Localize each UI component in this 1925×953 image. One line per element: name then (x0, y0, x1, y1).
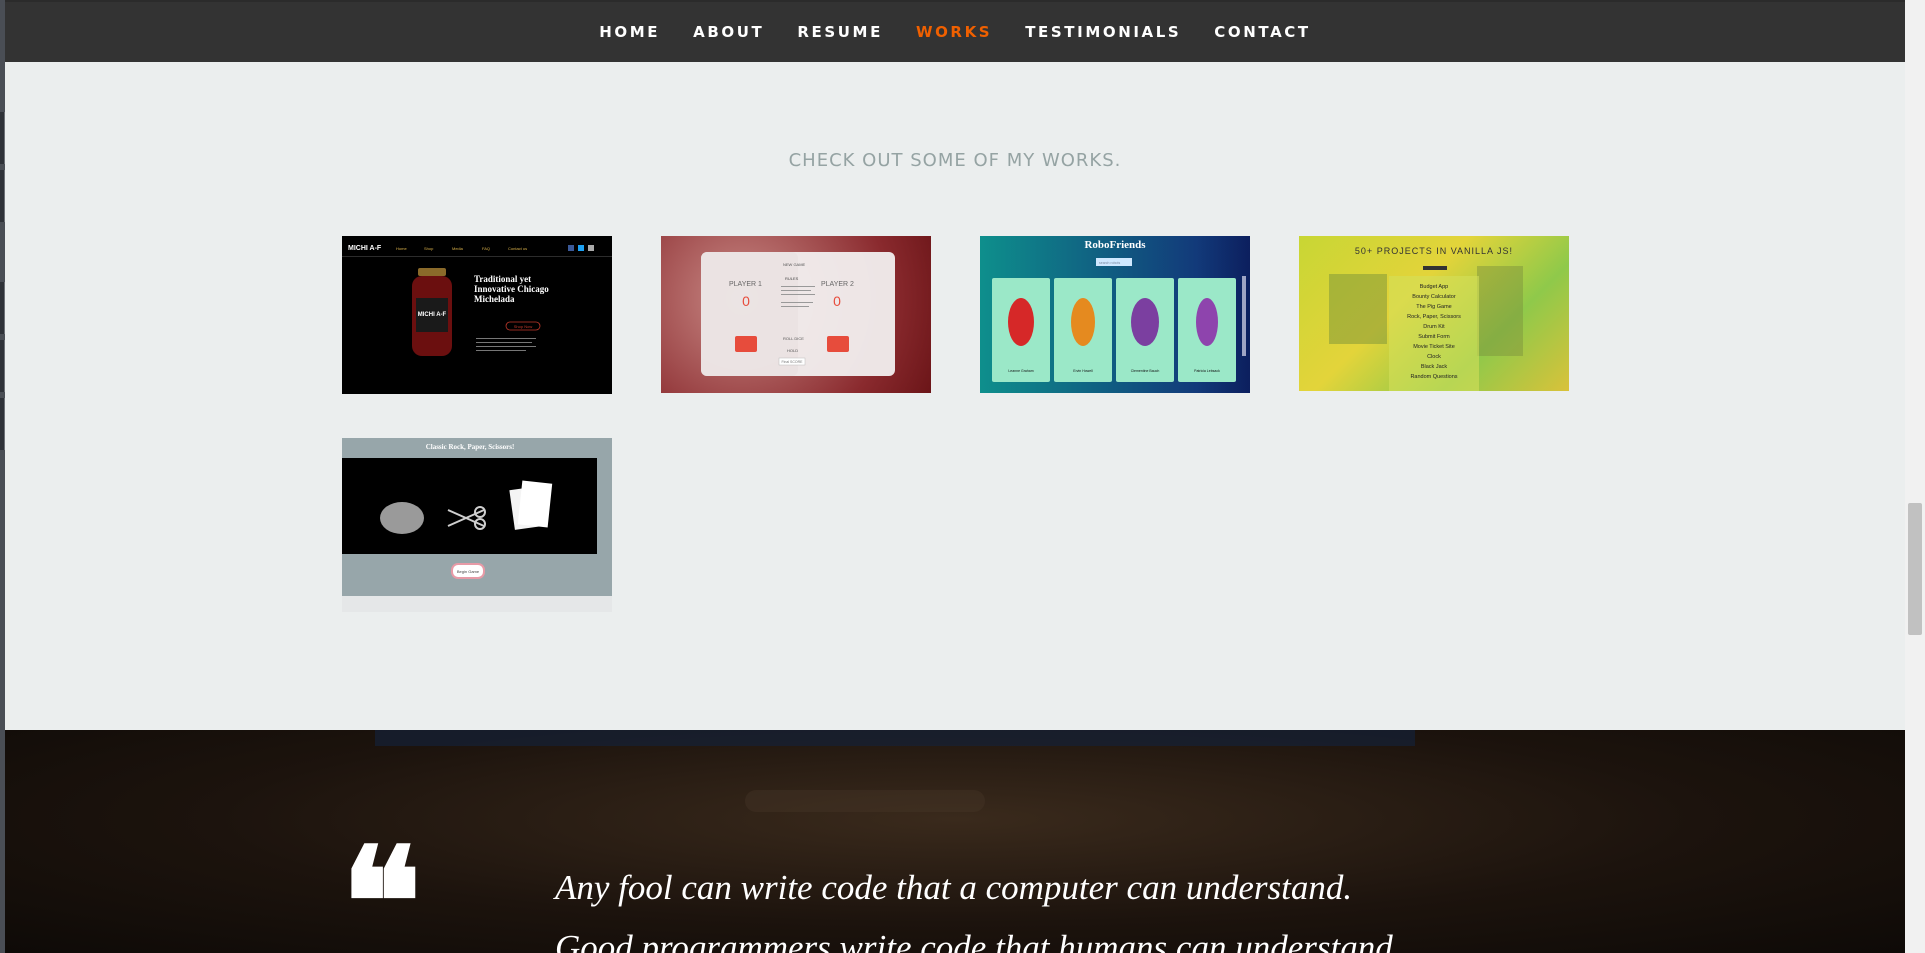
background-photo-detail (375, 730, 1415, 746)
svg-text:MICHI A-F: MICHI A-F (418, 312, 447, 318)
pig-game-screenshot: NEW GAME PLAYER 1 PLAYER 2 0 0 RULES ROL… (701, 252, 895, 376)
michi-headline: Traditional yet Innovative Chicago Miche… (474, 274, 549, 304)
vanilla-js-list-item: Random Questions (1410, 374, 1457, 380)
project-thumbnail-pig-game[interactable]: NEW GAME PLAYER 1 PLAYER 2 0 0 RULES ROL… (661, 236, 931, 393)
page-scrollbar[interactable] (1905, 0, 1925, 953)
vanilla-js-list-item: Budget App (1420, 284, 1448, 290)
robot-card: Ervin Howell (1054, 278, 1112, 382)
nav-home[interactable]: HOME (599, 23, 660, 41)
nav-contact[interactable]: CONTACT (1214, 23, 1310, 41)
michi-nav-link: Media (452, 246, 464, 251)
project-thumbnail-michi-af[interactable]: MICHI A-F Home Shop Media FAQ Contact us… (342, 236, 612, 394)
michi-shop-button-label: Shop Now (514, 324, 533, 329)
nav-works[interactable]: WORKS (916, 23, 992, 41)
pig-current-score-box-1 (735, 336, 757, 352)
rock-icon (380, 502, 424, 534)
pig-player2-score: 0 (833, 293, 841, 309)
vanilla-js-title: 50+ PROJECTS IN VANILLA JS! (1355, 246, 1513, 256)
rps-title: Classic Rock, Paper, Scissors! (426, 443, 515, 451)
vanilla-js-list-item: Black Jack (1421, 364, 1448, 370)
pig-rules-title: RULES (785, 276, 799, 281)
vanilla-js-list-item: Drum Kit (1423, 324, 1445, 330)
nav-resume[interactable]: RESUME (797, 23, 883, 41)
svg-text:Leanne Graham: Leanne Graham (1008, 369, 1033, 373)
pig-current-score-box-2 (827, 336, 849, 352)
michi-nav-link: Home (396, 246, 407, 251)
michi-nav-link: Contact us (508, 246, 527, 251)
twitter-icon (578, 245, 584, 251)
instagram-icon (588, 245, 594, 251)
project-thumbnail-robofriends[interactable]: RoboFriends search robots Leanne Graham … (980, 236, 1250, 393)
pig-player1-score: 0 (742, 293, 750, 309)
pig-final-score: Final SCORE (781, 360, 803, 364)
vanilla-js-list-item: Movie Ticket Site (1413, 344, 1455, 350)
svg-text:Ervin Howell: Ervin Howell (1073, 369, 1093, 373)
pig-new-game: NEW GAME (783, 262, 806, 267)
svg-text:Patricia Lebsack: Patricia Lebsack (1194, 369, 1220, 373)
vanilla-js-list-item: Bounty Calculator (1412, 294, 1456, 300)
nav-about[interactable]: ABOUT (693, 23, 764, 41)
michi-logo: MICHI A-F (348, 245, 382, 252)
top-nav: HOME ABOUT RESUME WORKS TESTIMONIALS CON… (5, 2, 1905, 62)
robofriends-title: RoboFriends (1084, 239, 1146, 251)
facebook-icon (568, 245, 574, 251)
robot-card: Clementine Bauch (1116, 278, 1174, 382)
vanilla-js-list-item: The Pig Game (1416, 304, 1451, 310)
rps-begin-button-label: Begin Game (457, 569, 480, 574)
nav-testimonials[interactable]: TESTIMONIALS (1025, 23, 1181, 41)
michi-nav-link: Shop (424, 246, 434, 251)
michelada-jar-icon: MICHI A-F (412, 268, 452, 356)
pig-player2-label: PLAYER 2 (821, 281, 854, 288)
vanilla-js-screenshot: 50+ PROJECTS IN VANILLA JS! Budget App B… (1329, 246, 1523, 391)
vanilla-js-list-item: Rock, Paper, Scissors (1407, 314, 1461, 320)
robot-card: Leanne Graham (992, 278, 1050, 382)
michi-af-screenshot: MICHI A-F Home Shop Media FAQ Contact us… (342, 236, 612, 394)
project-thumbnail-vanilla-js[interactable]: 50+ PROJECTS IN VANILLA JS! Budget App B… (1299, 236, 1569, 391)
pig-roll-dice: ROLL DICE (783, 336, 804, 341)
svg-text:Clementine Bauch: Clementine Bauch (1131, 369, 1160, 373)
background-photo-detail (745, 790, 985, 812)
vanilla-js-list-item: Clock (1427, 354, 1441, 360)
works-section-title: CHECK OUT SOME OF MY WORKS. (788, 150, 1122, 171)
rps-screenshot: Classic Rock, Paper, Scissors! Begin Gam… (342, 443, 597, 579)
quote-icon: ❝ (341, 815, 422, 953)
scrollbar-thumb[interactable] (1908, 503, 1922, 635)
testimonials-section: ❝ Any fool can write code that a compute… (5, 730, 1905, 953)
robofriends-search-placeholder: search robots (1099, 261, 1120, 265)
vanilla-js-list-item: Submit Form (1418, 334, 1450, 340)
page: HOME ABOUT RESUME WORKS TESTIMONIALS CON… (5, 2, 1905, 953)
pig-player1-label: PLAYER 1 (729, 281, 762, 288)
pig-hold: HOLD (787, 348, 798, 353)
project-thumbnail-rock-paper-scissors[interactable]: Classic Rock, Paper, Scissors! Begin Gam… (342, 438, 612, 612)
robofriends-screenshot: RoboFriends search robots Leanne Graham … (992, 239, 1246, 382)
robot-card: Patricia Lebsack (1178, 278, 1236, 382)
testimonial-quote: Any fool can write code that a computer … (555, 868, 1402, 953)
michi-nav-link: FAQ (482, 246, 490, 251)
